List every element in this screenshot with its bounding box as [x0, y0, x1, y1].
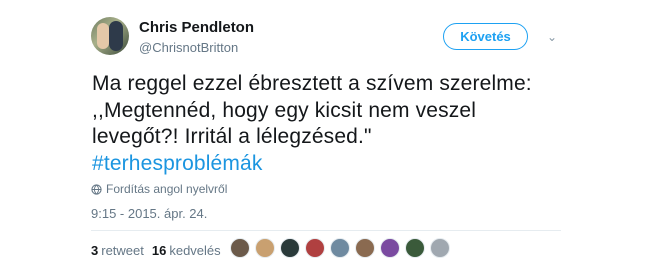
- liker-avatar[interactable]: [280, 238, 300, 258]
- liker-avatar[interactable]: [305, 238, 325, 258]
- tweet-text-line: Ma reggel ezzel ébresztett a szívem szer…: [92, 72, 532, 95]
- liker-avatar[interactable]: [255, 238, 275, 258]
- translate-label: Fordítás angol nyelvről: [106, 182, 228, 196]
- liker-avatar[interactable]: [430, 238, 450, 258]
- like-count[interactable]: 16 kedvelés: [152, 243, 221, 258]
- timestamp[interactable]: 9:15 - 2015. ápr. 24.: [91, 206, 207, 221]
- retweet-count[interactable]: 3 retweet: [91, 243, 144, 258]
- follow-button[interactable]: Követés: [443, 23, 528, 50]
- globe-icon: [91, 183, 102, 195]
- hashtag-link[interactable]: #terhesproblémák: [92, 151, 592, 178]
- tweet-card: Chris Pendleton @ChrisnotBritton Követés…: [0, 0, 650, 279]
- tweet-text-line: levegőt?! Irritál a lélegzésed.": [92, 125, 372, 148]
- author-handle[interactable]: @ChrisnotBritton: [139, 40, 238, 55]
- liker-avatar[interactable]: [380, 238, 400, 258]
- avatar-figure: [97, 23, 109, 49]
- liker-avatar[interactable]: [230, 238, 250, 258]
- divider: [91, 230, 561, 231]
- author-name[interactable]: Chris Pendleton: [139, 19, 254, 36]
- avatar[interactable]: [91, 17, 129, 55]
- liker-avatars: [230, 238, 450, 258]
- liker-avatar[interactable]: [355, 238, 375, 258]
- tweet-text: Ma reggel ezzel ébresztett a szívem szer…: [92, 71, 592, 177]
- translate-link[interactable]: Fordítás angol nyelvről: [91, 182, 227, 196]
- tweet-text-line: ,,Megtennéd, hogy egy kicsit nem veszel: [92, 98, 477, 122]
- chevron-down-icon[interactable]: ⌄: [545, 30, 559, 44]
- liker-avatar[interactable]: [330, 238, 350, 258]
- tweet-stats: 3 retweet 16 kedvelés: [91, 243, 221, 258]
- liker-avatar[interactable]: [405, 238, 425, 258]
- avatar-figure: [109, 21, 123, 51]
